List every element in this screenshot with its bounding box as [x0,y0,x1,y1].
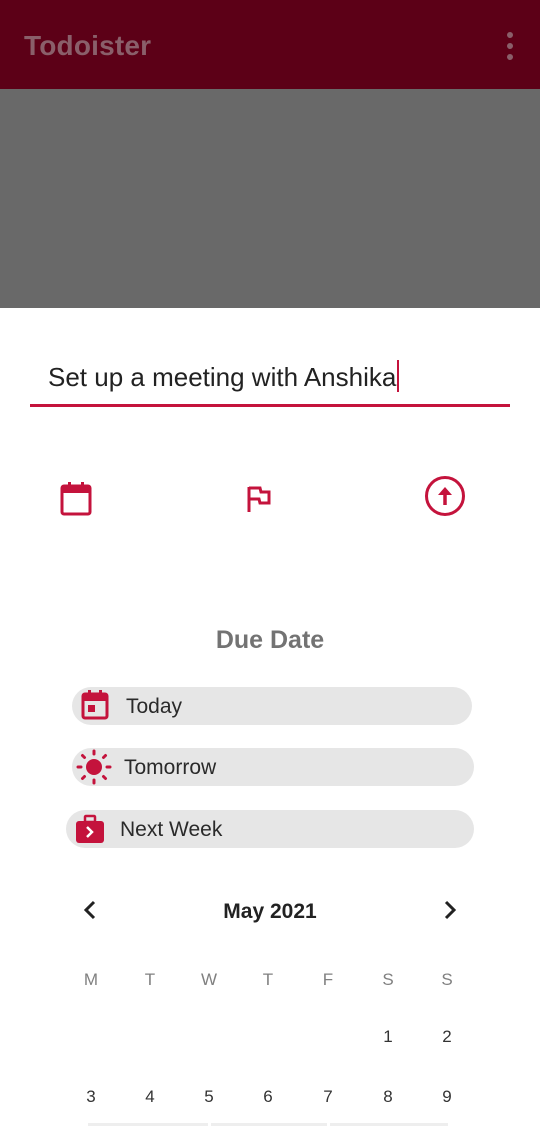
bottom-sheet: Set up a meeting with Anshika Due Date T… [0,308,540,1127]
calendar-row-divider [211,1123,327,1126]
task-input-text: Set up a meeting with Anshika [48,362,397,392]
calendar-icon[interactable] [58,480,94,518]
scrim-overlay[interactable] [0,89,540,308]
calendar-day[interactable]: 3 [71,1087,111,1107]
calendar-today-icon [81,690,109,720]
app-title: Todoister [24,30,152,61]
overflow-menu-icon[interactable] [504,32,516,60]
weekday-label: W [200,970,218,989]
briefcase-next-icon [76,814,104,843]
calendar-day[interactable]: 1 [368,1027,408,1047]
calendar-day[interactable]: 6 [248,1087,288,1107]
task-input[interactable]: Set up a meeting with Anshika [30,354,510,407]
weekday-label: T [144,970,156,989]
due-option-today[interactable]: Today [72,687,472,725]
flag-icon[interactable] [244,483,274,515]
calendar-day[interactable]: 2 [427,1027,467,1047]
calendar-row-divider [330,1123,448,1126]
due-date-heading: Due Date [215,626,325,654]
text-caret [397,360,400,392]
calendar-day[interactable]: 5 [189,1087,229,1107]
weekday-label: S [441,970,453,989]
chevron-right-icon[interactable] [437,898,461,922]
due-option-label: Next Week [120,818,223,841]
calendar-day[interactable]: 9 [427,1087,467,1107]
due-option-next-week[interactable]: Next Week [66,810,474,848]
weekday-label: F [322,970,334,989]
sun-icon [76,749,112,785]
weekday-label: M [83,970,99,989]
due-option-label: Today [126,695,183,718]
weekday-label: T [262,970,274,989]
weekday-label: S [382,970,394,989]
calendar-header: May 2021 [0,888,540,932]
calendar-day[interactable]: 7 [308,1087,348,1107]
calendar-day[interactable]: 8 [368,1087,408,1107]
due-option-label: Tomorrow [124,756,217,779]
app-bar: Todoister [0,0,540,89]
calendar-day[interactable]: 4 [130,1087,170,1107]
calendar-row-divider [88,1123,208,1126]
due-option-tomorrow[interactable]: Tomorrow [72,748,474,786]
arrow-up-circle-icon[interactable] [423,474,467,518]
